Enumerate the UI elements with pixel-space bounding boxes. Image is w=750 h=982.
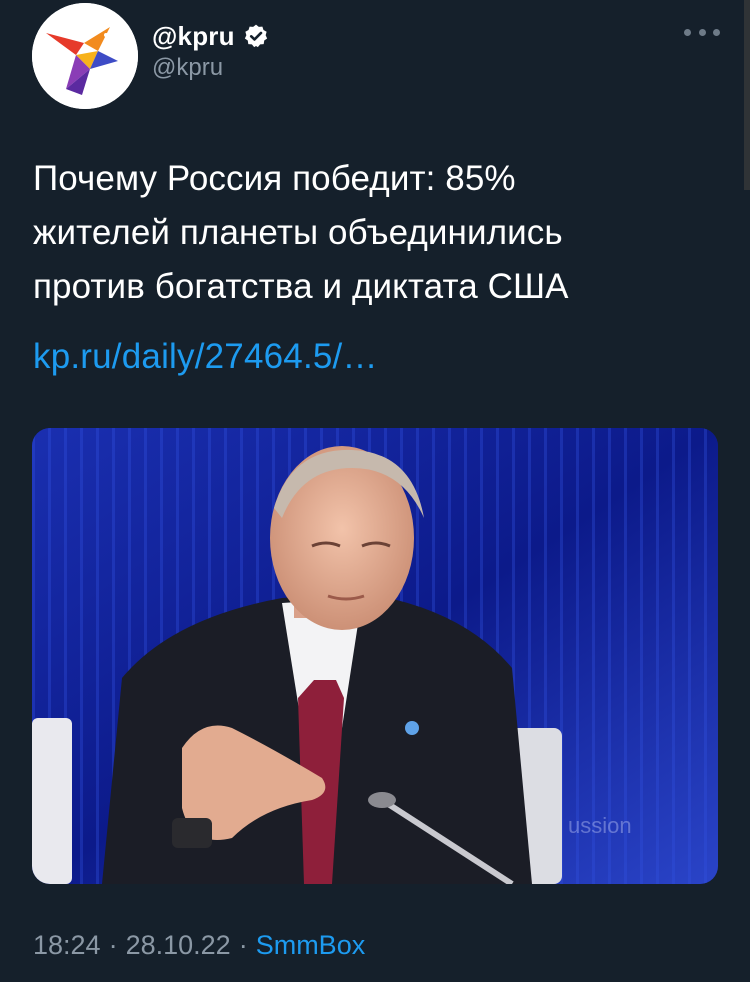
dot-icon [684, 28, 691, 36]
tweet-meta: 18:24 · 28.10.22 · SmmBox [33, 930, 365, 961]
tweet-time[interactable]: 18:24 [33, 930, 101, 961]
tweet-text-line: жителей планеты объединились [33, 213, 563, 252]
tweet-text-line: против богатства и диктата США [33, 267, 569, 306]
photo-illustration: ussion [32, 428, 718, 884]
dot-icon [698, 28, 706, 36]
kp-swallow-logo-icon [32, 3, 138, 109]
tweet-link[interactable]: kp.ru/daily/27464.5/… [33, 330, 378, 384]
meta-separator: · [238, 930, 248, 960]
more-options-icon[interactable] [684, 20, 720, 44]
account-handle[interactable]: @kpru [152, 54, 223, 82]
tweet-date[interactable]: 28.10.22 [126, 930, 231, 961]
tweet-source[interactable]: SmmBox [256, 930, 366, 961]
dot-icon [713, 28, 720, 36]
avatar[interactable] [32, 3, 138, 109]
verified-badge-icon [244, 24, 267, 48]
svg-text:ussion: ussion [568, 813, 632, 838]
tweet-text-line: Почему Россия победит: 85% [33, 159, 516, 198]
tweet-text: Почему Россия победит: 85% жителей плане… [33, 152, 723, 314]
tweet-photo[interactable]: ussion [32, 428, 718, 884]
tweet: @kpru @kpru Почему Россия победит: 85% ж… [0, 0, 750, 982]
display-name-row[interactable]: @kpru [152, 18, 269, 54]
meta-separator: · [108, 930, 118, 960]
display-name[interactable]: @kpru [152, 21, 235, 52]
